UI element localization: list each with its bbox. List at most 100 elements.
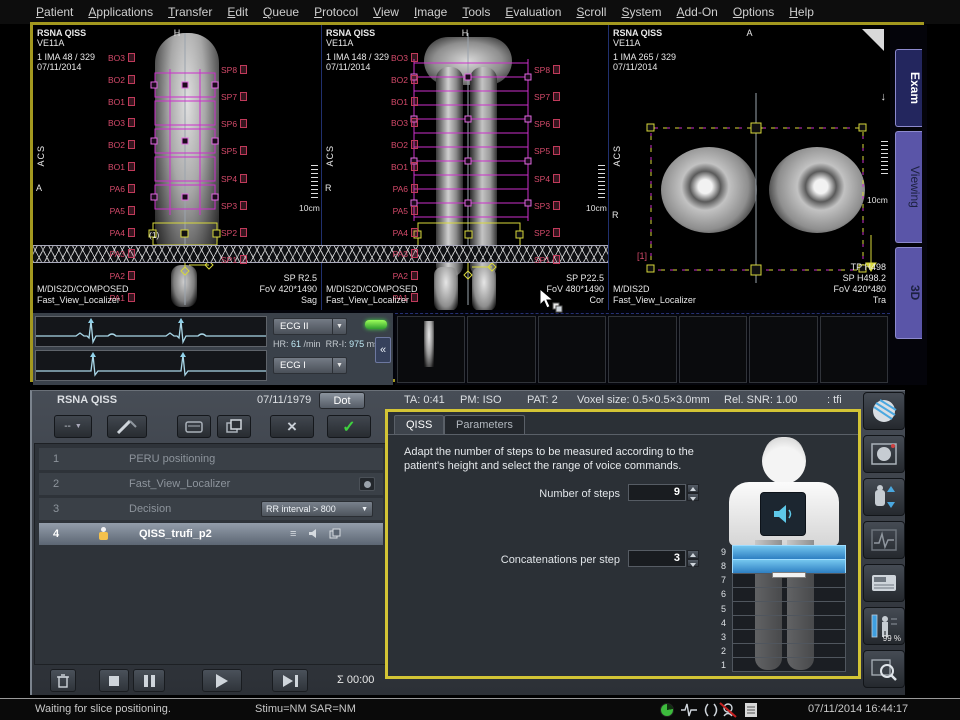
slice-group-label: BO3	[108, 53, 135, 63]
thumbnail-cell[interactable]	[467, 316, 535, 383]
menu-item[interactable]: Edit	[227, 5, 248, 19]
tab-3d[interactable]: 3D	[895, 247, 922, 339]
status-message: Waiting for slice positioning.	[35, 703, 171, 715]
patient-name: RSNA QISS	[57, 394, 117, 406]
menu-item[interactable]: View	[373, 5, 399, 19]
menu-item[interactable]: Tools	[462, 5, 490, 19]
chevron-down-icon: ▼	[361, 506, 368, 513]
concatenations-label: Concatenations per step	[460, 554, 620, 566]
menu-item[interactable]: Patient	[36, 5, 73, 19]
speaker-icon	[770, 502, 796, 526]
scroll-down-indicator[interactable]: ↓	[881, 91, 887, 103]
protocol-filter-combo[interactable]: --▼	[54, 415, 92, 438]
skip-button[interactable]	[272, 669, 308, 692]
system-datetime: 07/11/2014 16:44:17	[808, 703, 908, 715]
menu-item[interactable]: Help	[789, 5, 814, 19]
thumbnail-cell[interactable]	[608, 316, 676, 383]
dot-engine-button[interactable]: Dot	[319, 392, 365, 409]
protocol-card-button[interactable]	[863, 564, 905, 602]
delete-button[interactable]	[50, 669, 76, 692]
thumbnail-cell[interactable]	[679, 316, 747, 383]
trash-icon	[56, 673, 70, 688]
menu-item[interactable]: Image	[414, 5, 447, 19]
patient-registration-button[interactable]	[863, 392, 905, 430]
ecg-lead-select-bottom[interactable]: ECG I▼	[273, 357, 347, 374]
menu-item[interactable]: Applications	[88, 5, 153, 19]
viewport-sagittal[interactable]: RSNA QISS VE11A 1 IMA 48 / 329 07/11/201…	[33, 25, 321, 310]
menu-item[interactable]: Scroll	[576, 5, 606, 19]
menu-item[interactable]: Transfer	[168, 5, 212, 19]
vp1-software-version: VE11A	[37, 38, 64, 49]
start-button[interactable]	[202, 669, 242, 692]
step-range-handle[interactable]	[772, 572, 806, 578]
inline-display-button[interactable]	[863, 650, 905, 688]
thumbnail-cell[interactable]	[538, 316, 606, 383]
chevron-down-icon[interactable]: ▼	[332, 319, 346, 334]
vp1-group-tag: (1)	[149, 230, 159, 240]
image-stack-corner-icon[interactable]	[862, 29, 884, 51]
cancel-step-button[interactable]: ×	[270, 415, 314, 438]
concatenations-stepper[interactable]	[687, 550, 699, 567]
slice-group-label: PA5	[110, 206, 135, 216]
ecg-lead-select-top[interactable]: ECG II▼	[273, 318, 347, 335]
stop-button[interactable]	[99, 669, 129, 692]
step-range-selector[interactable]	[732, 546, 846, 672]
menu-item[interactable]: System	[621, 5, 661, 19]
slice-group-label: PA5	[393, 206, 418, 216]
voice-command-icon[interactable]	[307, 528, 322, 541]
copy-step-icon[interactable]	[328, 528, 343, 541]
intercom-muted-icon	[702, 702, 742, 718]
menu-item[interactable]: Add-On	[676, 5, 717, 19]
queue-row-3[interactable]: 3 Decision RR interval > 800▼	[39, 498, 383, 520]
queue-row-2[interactable]: 2 Fast_View_Localizer	[39, 473, 383, 495]
slice-list-icon[interactable]: ≡	[286, 528, 301, 541]
physio-waveform-icon	[871, 529, 897, 551]
patient-view-button[interactable]	[863, 435, 905, 473]
image-magnifier-icon	[871, 657, 897, 681]
exam-tool-column: 99 %	[863, 392, 907, 693]
vp3-scale-ruler	[881, 141, 888, 175]
localizer-image-icon	[359, 477, 375, 491]
tab-exam[interactable]: Exam	[895, 49, 922, 127]
card-view-button[interactable]	[177, 415, 211, 438]
confirm-step-button[interactable]: ✓	[327, 415, 371, 438]
menu-item[interactable]: Protocol	[314, 5, 358, 19]
tab-parameters[interactable]: Parameters	[444, 415, 525, 434]
thumbnail-cell[interactable]	[749, 316, 817, 383]
table-position-button[interactable]	[863, 478, 905, 516]
vp3-software-version: VE11A	[613, 38, 640, 49]
menu-item[interactable]: Queue	[263, 5, 299, 19]
slice-group-label: SP8	[221, 65, 247, 75]
queue-row-4-selected[interactable]: 4 QISS_trufi_p2 ≡	[39, 523, 383, 545]
log-document-icon[interactable]	[744, 702, 758, 718]
sar-monitor-button[interactable]: 99 %	[863, 607, 905, 645]
chevron-down-icon[interactable]: ▼	[332, 358, 346, 373]
tab-viewing[interactable]: Viewing	[895, 131, 922, 243]
number-of-steps-stepper[interactable]	[687, 484, 699, 501]
figure-head	[762, 438, 806, 484]
concatenations-field[interactable]: 3	[628, 550, 686, 567]
pat-factor: PAT: 2	[527, 394, 558, 406]
patient-dob: 07/11/1979	[257, 394, 311, 406]
collapse-physio-button[interactable]: «	[375, 337, 391, 363]
tab-qiss[interactable]: QISS	[394, 415, 444, 434]
queue-row-1[interactable]: 1 PERU positioning	[39, 448, 383, 470]
slice-group-label: PA2	[110, 271, 135, 281]
slice-group-label: PA4	[393, 228, 418, 238]
thumbnail-cell[interactable]	[820, 316, 888, 383]
contrast-injection-button[interactable]	[107, 415, 147, 438]
copy-protocol-button[interactable]	[217, 415, 251, 438]
acquisition-time: TA: 0:41	[404, 394, 445, 406]
menu-item[interactable]: Options	[733, 5, 774, 19]
menu-item[interactable]: Evaluation	[505, 5, 561, 19]
slice-group-label: BO1	[108, 162, 135, 172]
rr-interval-dropdown[interactable]: RR interval > 800▼	[261, 501, 373, 517]
pause-button[interactable]	[133, 669, 165, 692]
viewport-coronal[interactable]: RSNA QISS VE11A 1 IMA 148 / 329 07/11/20…	[321, 25, 608, 310]
thumbnail-cell[interactable]	[397, 316, 465, 383]
slice-group-label: SP6	[534, 119, 560, 129]
number-of-steps-field[interactable]: 9	[628, 484, 686, 501]
physio-display-button[interactable]	[863, 521, 905, 559]
slice-group-label: PA4	[110, 228, 135, 238]
viewport-transverse[interactable]: RSNA QISS VE11A 1 IMA 265 / 329 07/11/20…	[608, 25, 890, 310]
